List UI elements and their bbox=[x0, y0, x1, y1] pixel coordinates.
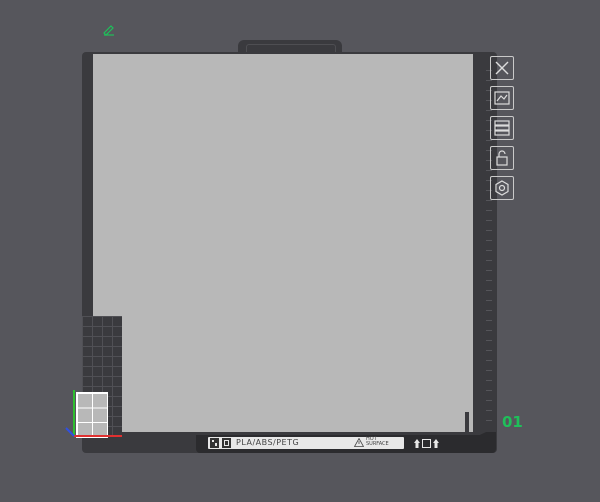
auto-arrange-button[interactable] bbox=[490, 86, 514, 110]
lock-plate-button[interactable] bbox=[490, 146, 514, 170]
close-icon bbox=[495, 61, 509, 75]
lock-icon bbox=[496, 150, 508, 166]
plate-type-icons bbox=[414, 439, 439, 448]
warning-subtitle: SURFACE bbox=[366, 441, 389, 447]
layers-icon bbox=[494, 120, 510, 136]
hot-surface-warning: HOT SURFACE bbox=[366, 437, 389, 447]
z-axis bbox=[65, 427, 75, 437]
plate-options-button[interactable] bbox=[490, 176, 514, 200]
bed-surface[interactable] bbox=[93, 54, 473, 432]
plate-settings-button[interactable] bbox=[490, 116, 514, 140]
close-plate-button[interactable] bbox=[490, 56, 514, 80]
gear-icon bbox=[495, 180, 509, 196]
edit-icon[interactable] bbox=[102, 22, 116, 36]
filament-label: PLA/ABS/PETG bbox=[236, 438, 300, 447]
plate-corner-post bbox=[465, 412, 469, 432]
plate-number[interactable]: 01 bbox=[502, 413, 523, 431]
arrange-icon bbox=[494, 91, 510, 105]
axis-gizmo bbox=[65, 390, 122, 437]
warning-icon bbox=[354, 438, 364, 447]
qr-icon bbox=[210, 438, 231, 448]
